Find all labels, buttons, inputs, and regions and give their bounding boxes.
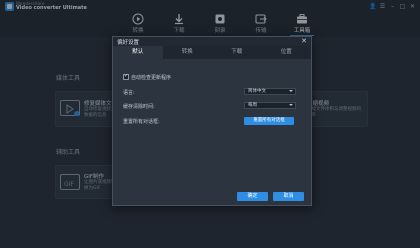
cancel-button[interactable]: 取消	[273, 192, 304, 201]
restore-label: 重置所有对话框:	[123, 119, 160, 125]
chevron-down-icon	[289, 104, 293, 106]
language-select[interactable]: 简体中文	[244, 88, 296, 95]
dialog-tabs: 默认 转换 下载 位置	[113, 46, 311, 59]
app-window: Wondershare Video converter Ultimate 👤 ☰…	[0, 0, 420, 248]
tab-convert[interactable]: 转换	[163, 46, 213, 59]
cache-value: 每周	[248, 103, 257, 108]
tab-download[interactable]: 下载	[212, 46, 262, 59]
auto-update-checkbox[interactable]	[123, 73, 129, 80]
preferences-dialog: 偏好设置 ✕ 默认 转换 下载 位置 自动检查更新程序 语言: 简体中文 缓存清…	[112, 36, 312, 206]
ok-button[interactable]: 确定	[237, 192, 268, 201]
auto-update-label: 自动检查更新程序	[131, 75, 172, 81]
tab-location[interactable]: 位置	[262, 46, 312, 59]
dialog-title: 偏好设置	[117, 40, 140, 46]
restore-dialogs-button[interactable]: 重置所有对话框	[244, 117, 294, 125]
chevron-down-icon	[289, 90, 293, 92]
language-value: 简体中文	[248, 89, 266, 94]
cache-select[interactable]: 每周	[244, 102, 296, 109]
language-label: 语言:	[123, 90, 135, 96]
cache-label: 缓存清除时间:	[123, 104, 155, 110]
tab-general[interactable]: 默认	[113, 46, 163, 59]
dialog-header: 偏好设置 ✕	[113, 37, 311, 46]
dialog-close-icon[interactable]: ✕	[300, 37, 308, 46]
